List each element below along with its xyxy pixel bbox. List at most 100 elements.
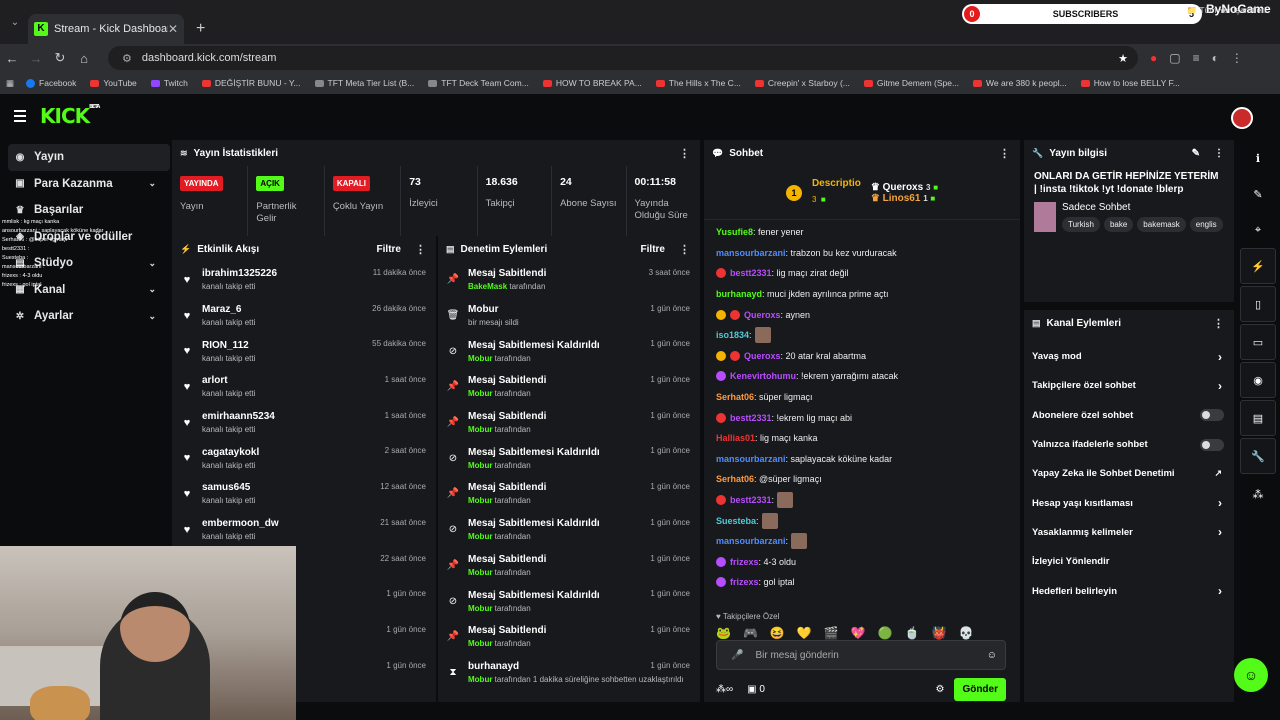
chat-username[interactable]: Serhat06: [716, 474, 754, 484]
stream-tag[interactable]: bake: [1103, 217, 1134, 232]
pencil-icon[interactable]: ✎: [1240, 176, 1276, 212]
bookmark-item[interactable]: HOW TO BREAK PA...: [542, 78, 642, 88]
top-user-1[interactable]: Descriptio: [812, 178, 861, 189]
moderator-name[interactable]: Mobur: [468, 496, 492, 505]
chevron-right-icon[interactable]: ›: [1218, 350, 1222, 364]
chat-username[interactable]: Yusufie8: [716, 227, 753, 237]
forward-icon[interactable]: →: [24, 51, 48, 66]
sidebar-item[interactable]: ✲ Ayarlar ⌄: [0, 303, 170, 330]
close-tab-icon[interactable]: ✕: [168, 22, 178, 36]
moderation-item[interactable]: 📌 Mesaj Sabitlendi Mobur tarafından 1 gün ö…: [438, 476, 700, 512]
bookmark-item[interactable]: Gitme Demem (Spe...: [863, 78, 959, 88]
all-bookmarks[interactable]: 📁 Tüm Yer İşaretleri: [1187, 5, 1266, 16]
apps-grid-icon[interactable]: ▦: [6, 78, 14, 89]
moderator-name[interactable]: Mobur: [468, 639, 492, 648]
send-button[interactable]: Gönder: [954, 677, 1006, 701]
kick-logo[interactable]: KICKBETA: [40, 104, 100, 128]
chat-username[interactable]: mansourbarzani: [716, 248, 786, 258]
activity-item[interactable]: ♥ embermoon_dw kanalı takip etti 21 saat ön…: [172, 512, 436, 548]
tab-search-icon[interactable]: ⌄: [2, 9, 28, 35]
moderator-name[interactable]: Mobur: [468, 532, 492, 541]
layout-icon[interactable]: ▤: [1240, 400, 1276, 436]
channel-action-item[interactable]: Hedefleri belirleyin ›: [1024, 576, 1234, 605]
emote-icon[interactable]: 💖: [851, 626, 866, 640]
profile-icon[interactable]: ◐: [1212, 51, 1219, 65]
emoji-picker-icon[interactable]: ☺: [987, 650, 997, 661]
activity-username[interactable]: RION_112: [202, 340, 255, 351]
top-user-3[interactable]: Linos61: [883, 193, 921, 204]
chat-username[interactable]: frizexs: [730, 577, 759, 587]
toggle-switch[interactable]: [1200, 438, 1224, 451]
emote-icon[interactable]: 👹: [932, 626, 947, 640]
broadcast-icon[interactable]: ◉: [1240, 362, 1276, 398]
chat-message-input[interactable]: 🎤 Bir mesaj gönderin ☺: [716, 640, 1006, 670]
moderation-item[interactable]: ⊘ Mesaj Sabitlemesi Kaldırıldı Mobur taraf…: [438, 333, 700, 369]
moderator-name[interactable]: BakeMask: [468, 282, 507, 291]
activity-username[interactable]: embermoon_dw: [202, 518, 279, 529]
channel-action-item[interactable]: Takipçilere özel sohbet ›: [1024, 371, 1234, 400]
bookmark-item[interactable]: YouTube: [90, 78, 137, 88]
lightning-icon[interactable]: ⚡: [1240, 248, 1276, 284]
chat-bubble-icon[interactable]: ▭: [1240, 324, 1276, 360]
users-icon[interactable]: ⁂: [1240, 476, 1276, 512]
moderation-item[interactable]: 📌 Mesaj Sabitlendi Mobur tarafından 1 gün ö…: [438, 619, 700, 655]
extensions-puzzle-icon[interactable]: ▢: [1169, 51, 1180, 65]
url-field[interactable]: ⚙ dashboard.kick.com/stream ★: [108, 46, 1138, 70]
moderation-item[interactable]: ⊘ Mesaj Sabitlemesi Kaldırıldı Mobur taraf…: [438, 440, 700, 476]
bookmark-item[interactable]: The Hills x The C...: [655, 78, 741, 88]
activity-item[interactable]: ♥ emirhaann5234 kanalı takip etti 1 saat ön…: [172, 405, 436, 441]
moderator-name[interactable]: Mobur: [468, 568, 492, 577]
stats-menu-icon[interactable]: ⋮: [679, 147, 690, 160]
chevron-down-icon[interactable]: ⌄: [148, 258, 156, 269]
info-icon[interactable]: ℹ: [1240, 140, 1276, 176]
activity-username[interactable]: ibrahim1325226: [202, 268, 277, 279]
chevron-down-icon[interactable]: ⌄: [148, 178, 156, 189]
chat-username[interactable]: Queroxs: [744, 310, 781, 320]
channel-actions-menu-icon[interactable]: ⋮: [1213, 317, 1224, 330]
chat-username[interactable]: Kenevirtohumu: [730, 371, 796, 381]
support-chat-button[interactable]: ☺: [1234, 658, 1268, 692]
bookmark-item[interactable]: Twitch: [150, 78, 188, 88]
hamburger-menu-icon[interactable]: [14, 110, 26, 125]
moderator-name[interactable]: Mobur: [468, 425, 492, 434]
emote-icon[interactable]: 🎮: [743, 626, 758, 640]
chat-username[interactable]: Serhat06: [716, 392, 754, 402]
home-icon[interactable]: ⌂: [72, 51, 96, 66]
chat-username[interactable]: bestt2331: [730, 413, 772, 423]
chat-username[interactable]: Suesteba: [716, 516, 756, 526]
moderator-name[interactable]: Mobur: [468, 604, 492, 613]
stream-tag[interactable]: englis: [1189, 217, 1223, 232]
avatar[interactable]: [1231, 107, 1253, 129]
top-user-2[interactable]: Queroxs: [883, 182, 924, 193]
channel-action-item[interactable]: Yapay Zeka ile Sohbet Denetimi ↗: [1024, 459, 1234, 488]
activity-item[interactable]: ♥ RION_112 kanalı takip etti 55 dakika önce: [172, 333, 436, 369]
activity-item[interactable]: ♥ Maraz_6 kanalı takip etti 26 dakika önce: [172, 298, 436, 334]
moderation-item[interactable]: 📌 Mesaj Sabitlendi Mobur tarafından 1 gün ö…: [438, 548, 700, 584]
emote-icon[interactable]: 🎬: [824, 626, 839, 640]
activity-item[interactable]: ♥ ibrahim1325226 kanalı takip etti 11 dakik…: [172, 262, 436, 298]
moderation-item[interactable]: 🗑 Mobur bir mesajı sildi 1 gün önce: [438, 298, 700, 334]
stream-info-menu-icon[interactable]: ⋮: [1214, 148, 1224, 159]
new-tab-icon[interactable]: +: [196, 20, 205, 38]
chevron-right-icon[interactable]: ›: [1218, 525, 1222, 539]
chat-username[interactable]: burhanayd: [716, 289, 762, 299]
activity-username[interactable]: arlort: [202, 375, 255, 386]
emote-icon[interactable]: 💛: [797, 626, 812, 640]
stream-tag[interactable]: Turkish: [1062, 217, 1100, 232]
activity-filter-button[interactable]: Filtre: [377, 244, 401, 255]
bookmark-star-icon[interactable]: ★: [1118, 52, 1128, 65]
chat-username[interactable]: iso1834: [716, 330, 749, 340]
chevron-down-icon[interactable]: ⌄: [148, 311, 156, 322]
wrench-icon[interactable]: 🔧: [1240, 438, 1276, 474]
bookmark-item[interactable]: We are 380 k peopl...: [973, 78, 1067, 88]
sidebar-item[interactable]: ◉ Yayın: [8, 144, 170, 171]
chevron-right-icon[interactable]: ›: [1218, 584, 1222, 598]
chat-menu-icon[interactable]: ⋮: [999, 147, 1010, 160]
site-info-icon[interactable]: ⚙: [122, 52, 132, 65]
points-icon[interactable]: ▣: [747, 684, 756, 695]
moderation-item[interactable]: 📌 Mesaj Sabitlendi BakeMask tarafından 3 sa…: [438, 262, 700, 298]
camera-crop-icon[interactable]: ⌖: [1240, 212, 1276, 248]
stream-tag[interactable]: bakemask: [1137, 217, 1186, 232]
sidebar-item[interactable]: ▣ Para Kazanma ⌄: [0, 171, 170, 198]
activity-menu-icon[interactable]: ⋮: [415, 243, 426, 256]
